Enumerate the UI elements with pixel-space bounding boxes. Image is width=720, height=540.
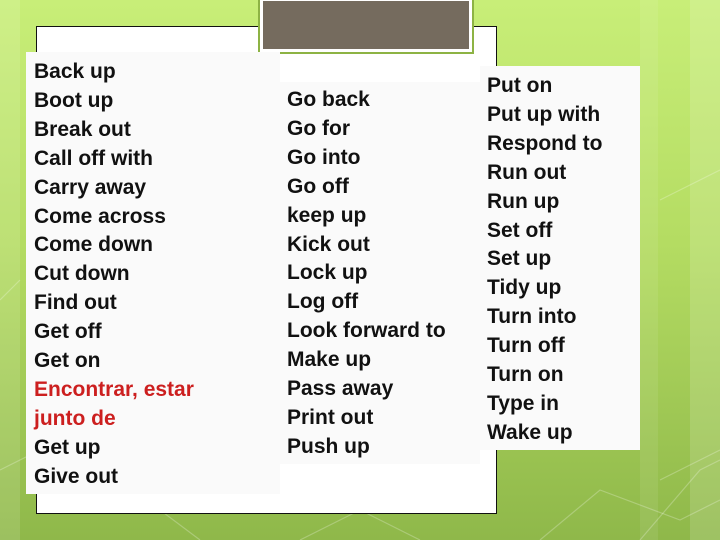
phrasal-verb-item: Respond to bbox=[487, 131, 603, 155]
phrasal-verb-item: Lock up bbox=[287, 261, 368, 285]
phrasal-verb-item: Kick out bbox=[287, 232, 370, 256]
phrasal-verb-item: Call off with bbox=[34, 146, 153, 170]
translation-note: junto de bbox=[34, 406, 116, 430]
phrasal-verb-item: Put up with bbox=[487, 102, 601, 126]
phrasal-verbs-column-2: Go back Go for Go into Go off keep up Kick ou… bbox=[280, 82, 480, 464]
phrasal-verb-item: Pass away bbox=[287, 377, 394, 401]
phrasal-verb-item: Carry away bbox=[34, 175, 147, 199]
phrasal-verb-item: Run up bbox=[487, 189, 560, 213]
phrasal-verb-item: Turn into bbox=[487, 305, 577, 329]
phrasal-verb-item: Break out bbox=[34, 117, 131, 141]
phrasal-verb-item: Set up bbox=[487, 247, 552, 271]
phrasal-verb-item: Log off bbox=[287, 290, 359, 314]
phrasal-verb-item: keep up bbox=[287, 203, 367, 227]
phrasal-verb-item: Go into bbox=[287, 145, 361, 169]
phrasal-verb-item: Look forward to bbox=[287, 319, 446, 343]
phrasal-verb-item: Type in bbox=[487, 391, 559, 415]
phrasal-verb-item: Tidy up bbox=[487, 276, 562, 300]
phrasal-verb-item: Come down bbox=[34, 233, 153, 257]
title-placeholder bbox=[258, 0, 474, 54]
phrasal-verb-item: Turn on bbox=[487, 363, 564, 387]
phrasal-verb-item: Set off bbox=[487, 218, 553, 242]
phrasal-verb-item: Come across bbox=[34, 204, 166, 228]
phrasal-verb-item: Back up bbox=[34, 60, 116, 83]
phrasal-verb-item: Cut down bbox=[34, 262, 130, 286]
phrasal-verb-item: Go off bbox=[287, 174, 349, 198]
phrasal-verb-item: Get off bbox=[34, 320, 102, 344]
phrasal-verb-item: Wake up bbox=[487, 420, 573, 444]
phrasal-verb-item: Go for bbox=[287, 116, 350, 140]
phrasal-verb-item: Turn off bbox=[487, 334, 565, 358]
phrasal-verbs-column-3: Put on Put up with Respond to Run out Run up… bbox=[480, 66, 640, 450]
phrasal-verb-item: Make up bbox=[287, 348, 372, 372]
phrasal-verb-item: Boot up bbox=[34, 88, 114, 112]
phrasal-verb-item: Go back bbox=[287, 88, 370, 111]
phrasal-verb-item: Print out bbox=[287, 405, 374, 429]
phrasal-verbs-column-1: Back up Boot up Break out Call off with Carr… bbox=[26, 52, 280, 494]
translation-note: Encontrar, estar bbox=[34, 377, 194, 401]
phrasal-verb-item: Push up bbox=[287, 434, 370, 458]
phrasal-verb-item: Find out bbox=[34, 291, 117, 315]
phrasal-verb-item: Give out bbox=[34, 464, 119, 488]
phrasal-verb-item: Get up bbox=[34, 435, 101, 459]
phrasal-verb-item: Get on bbox=[34, 349, 101, 373]
phrasal-verb-item: Run out bbox=[487, 160, 567, 184]
phrasal-verb-item: Put on bbox=[487, 74, 553, 97]
